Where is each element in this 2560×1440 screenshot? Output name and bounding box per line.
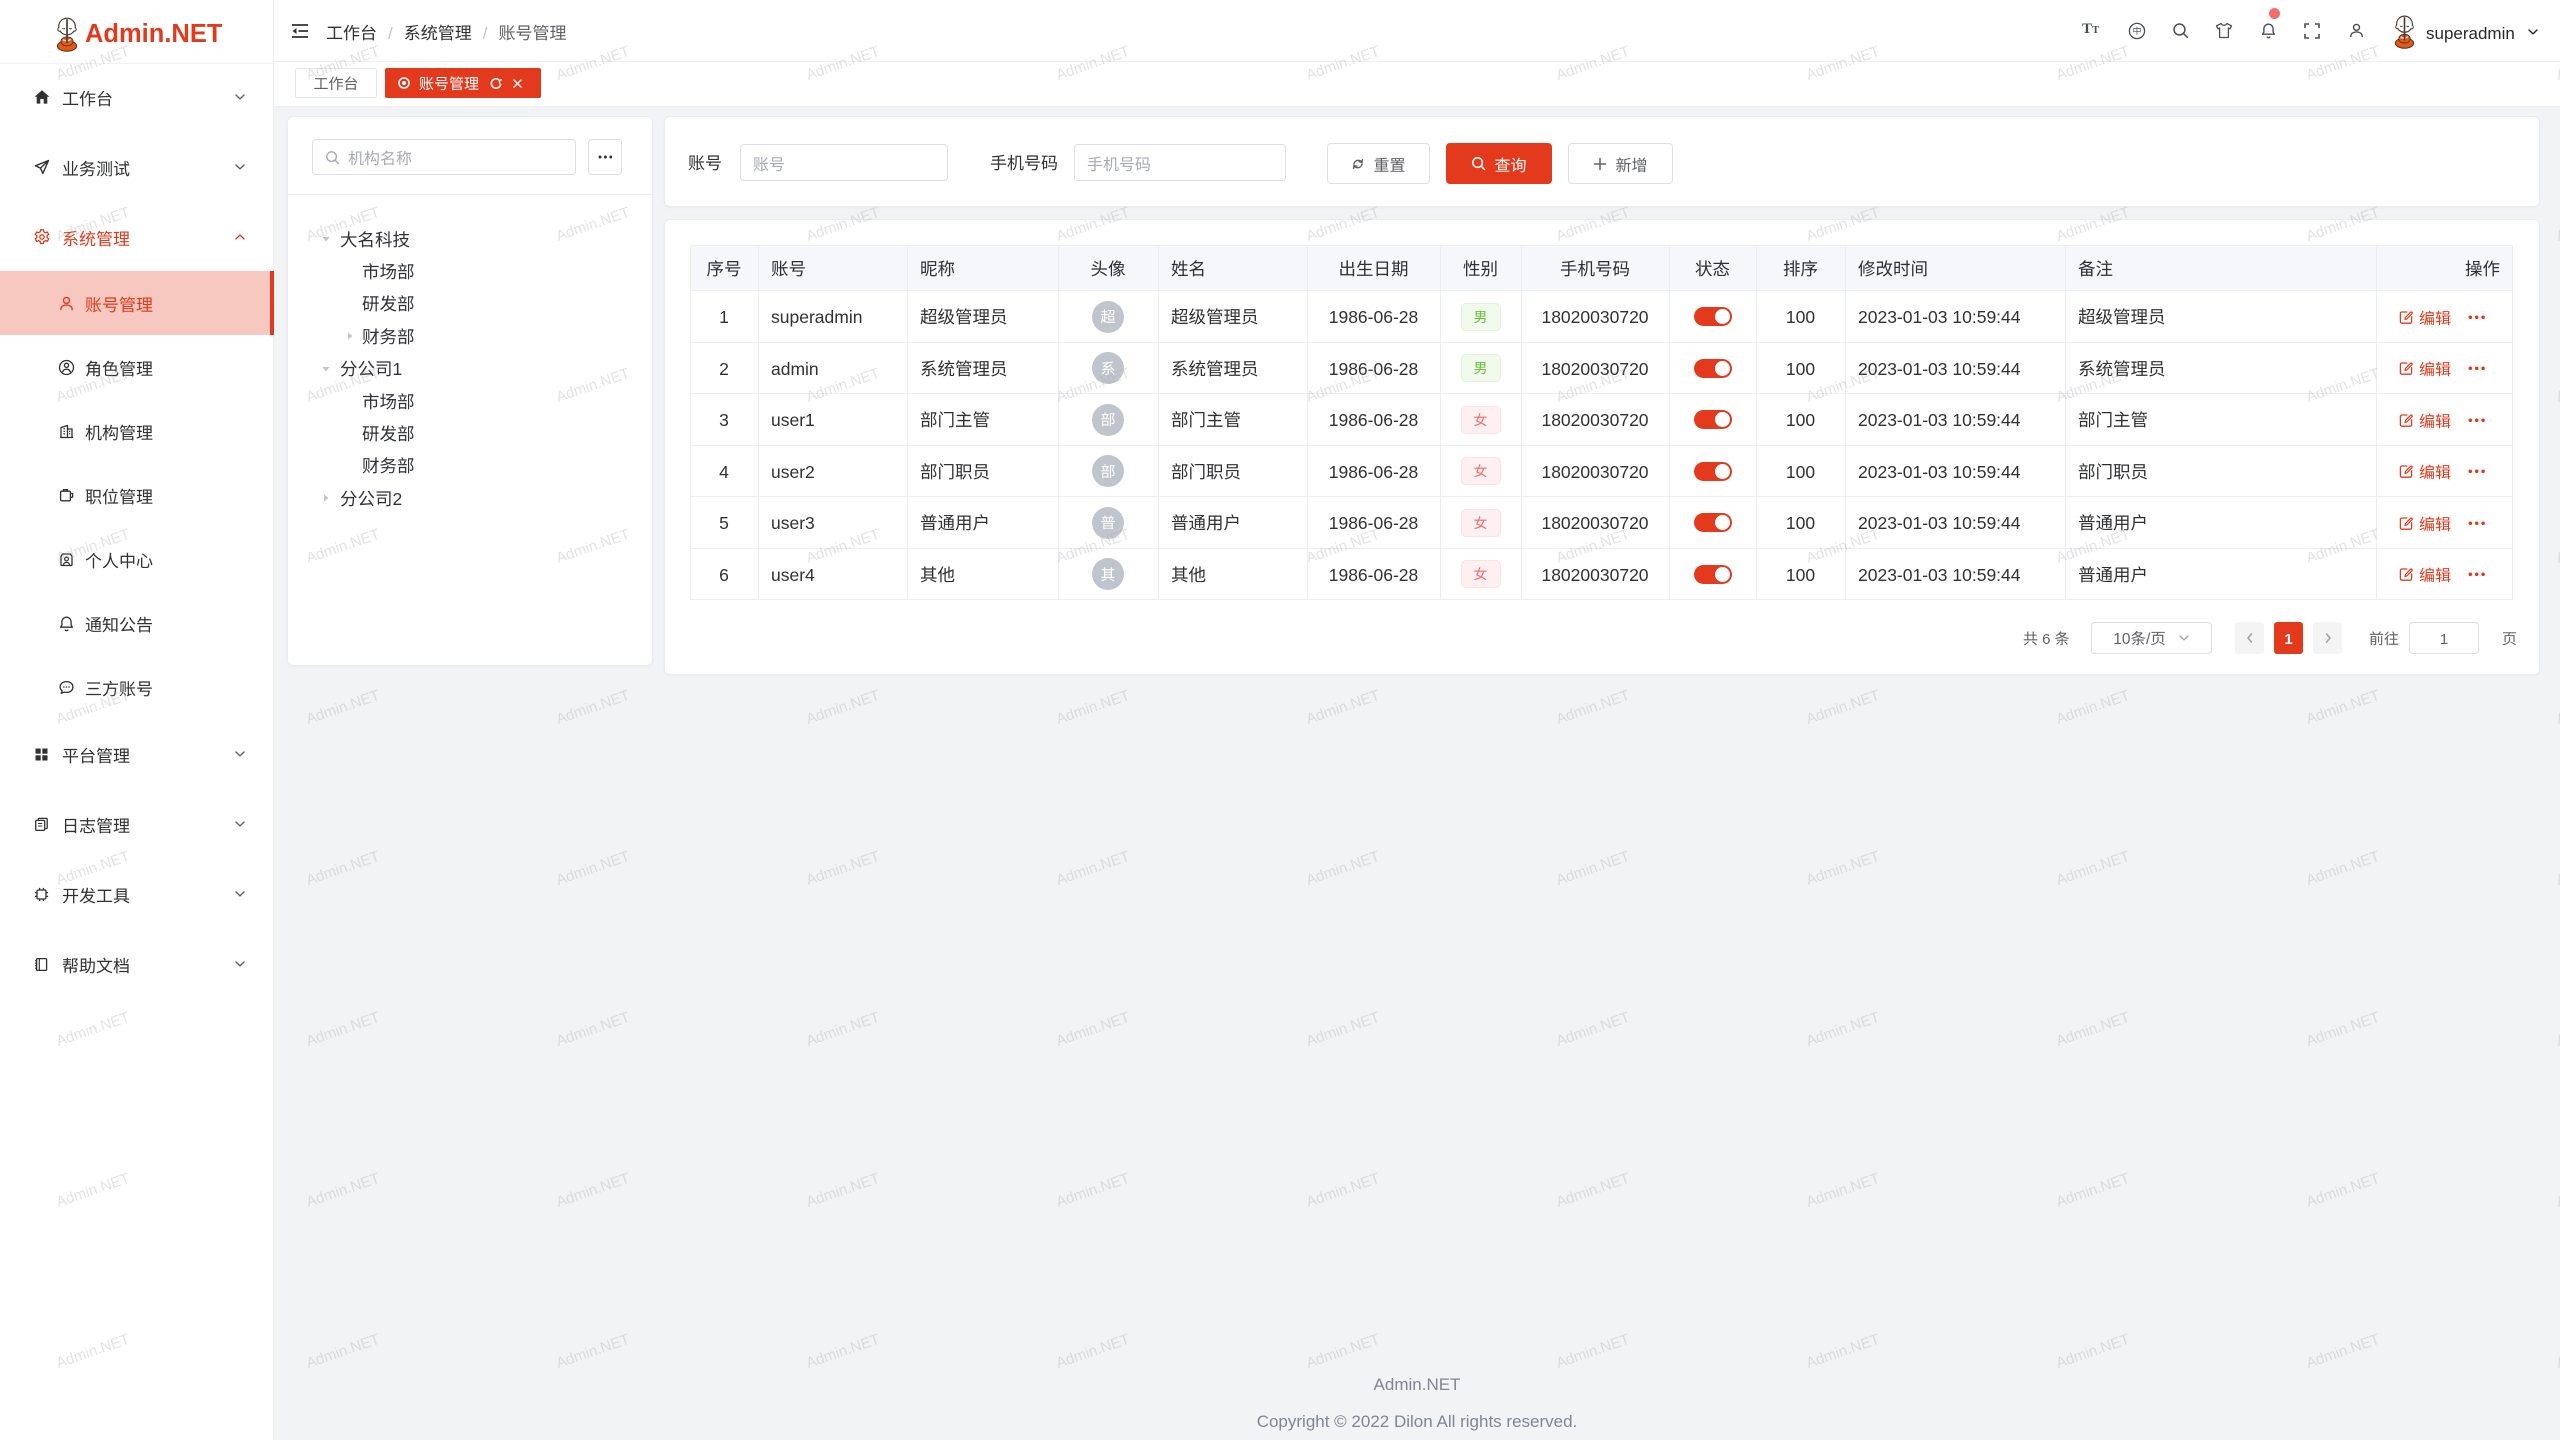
svg-text:中: 中: [2132, 24, 2141, 37]
